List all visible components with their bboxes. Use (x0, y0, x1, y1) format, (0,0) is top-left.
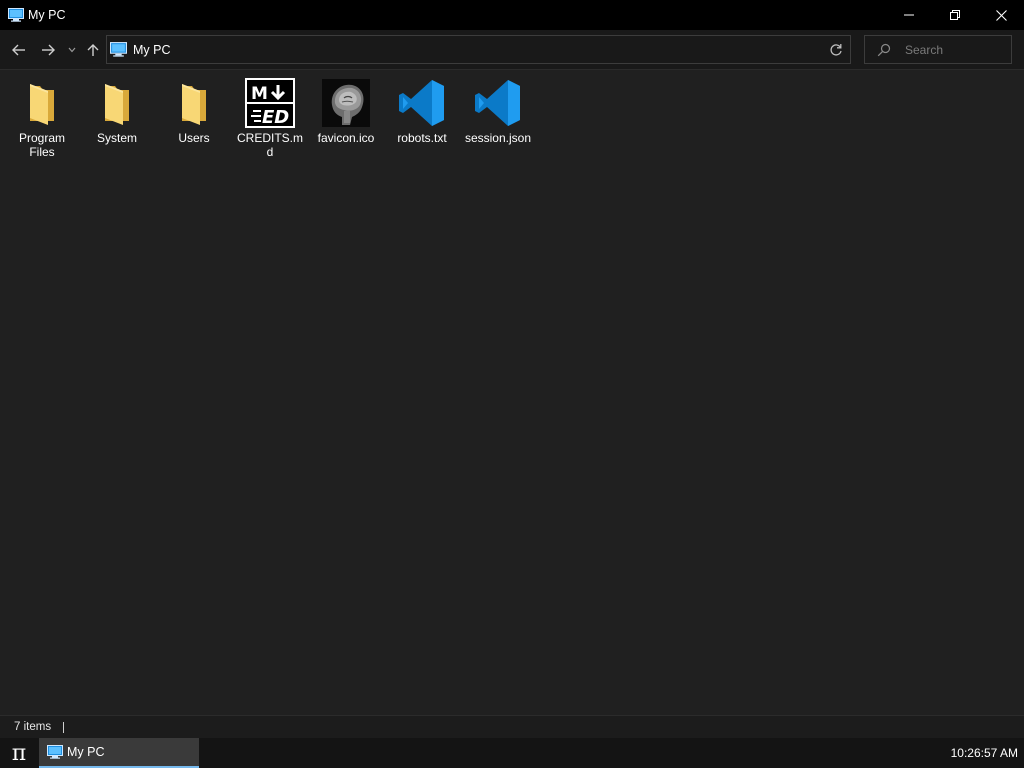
search-input[interactable]: Search (905, 43, 943, 57)
file-list: Program Files System Users M ED CREDITS.… (0, 71, 1024, 715)
file-item-label: favicon.ico (317, 131, 375, 145)
file-item-label: System (96, 131, 137, 145)
status-bar: 7 items (0, 715, 1024, 738)
taskbar: π My PC 10:26:57 AM (0, 738, 1024, 768)
close-button[interactable] (978, 0, 1024, 30)
file-item-label: CREDITS.md (237, 131, 303, 159)
file-item-credits-md[interactable]: M ED CREDITS.md (234, 77, 306, 163)
file-item-label: session.json (464, 131, 532, 145)
pc-icon (47, 745, 63, 759)
window-title: My PC (28, 8, 66, 22)
arrow-left-icon (12, 44, 25, 56)
file-item-program-files[interactable]: Program Files (6, 77, 78, 163)
close-icon (995, 9, 1007, 21)
file-explorer-window: My PC My PC Search Program Files System … (0, 0, 1024, 738)
up-button[interactable] (83, 40, 103, 60)
search-icon (877, 43, 891, 56)
folder-icon (105, 84, 129, 125)
vscode-icon (399, 80, 444, 126)
markdown-icon: M ED (245, 78, 295, 128)
item-count: 7 items (14, 721, 52, 733)
file-item-label: robots.txt (397, 131, 447, 145)
svg-text:ED: ED (262, 107, 289, 128)
file-item-label: Program Files (18, 131, 65, 159)
recent-locations-button[interactable] (63, 40, 81, 60)
system-clock[interactable]: 10:26:57 AM (951, 738, 1018, 768)
file-item-favicon-ico[interactable]: favicon.ico (310, 77, 382, 163)
pc-icon (110, 42, 127, 57)
file-item-users[interactable]: Users (158, 77, 230, 163)
status-separator (63, 721, 65, 733)
chevron-down-icon (68, 47, 76, 53)
back-button[interactable] (9, 40, 29, 60)
start-button[interactable]: π (0, 738, 38, 768)
search-box[interactable]: Search (864, 35, 1012, 64)
pc-icon (8, 8, 24, 22)
file-item-label: Users (178, 131, 210, 145)
brain-scan-image-icon (322, 79, 370, 127)
file-item-session-json[interactable]: session.json (462, 77, 534, 163)
taskbar-item-my-pc[interactable]: My PC (39, 738, 199, 768)
svg-text:M: M (251, 84, 268, 104)
refresh-icon[interactable] (828, 42, 844, 58)
folder-icon (182, 84, 206, 125)
file-item-robots-txt[interactable]: robots.txt (386, 77, 458, 163)
forward-button[interactable] (38, 40, 58, 60)
address-bar[interactable]: My PC (106, 35, 851, 64)
address-path[interactable]: My PC (133, 43, 171, 57)
file-item-system[interactable]: System (81, 77, 153, 163)
vscode-icon (475, 80, 520, 126)
minimize-icon (904, 14, 914, 16)
taskbar-item-label: My PC (67, 745, 105, 759)
arrow-up-icon (87, 44, 99, 56)
restore-icon (950, 10, 960, 20)
navigation-bar: My PC Search (0, 30, 1024, 70)
title-bar[interactable]: My PC (0, 0, 1024, 30)
folder-icon (30, 84, 54, 125)
restore-button[interactable] (932, 0, 978, 30)
minimize-button[interactable] (886, 0, 932, 30)
arrow-right-icon (42, 44, 55, 56)
